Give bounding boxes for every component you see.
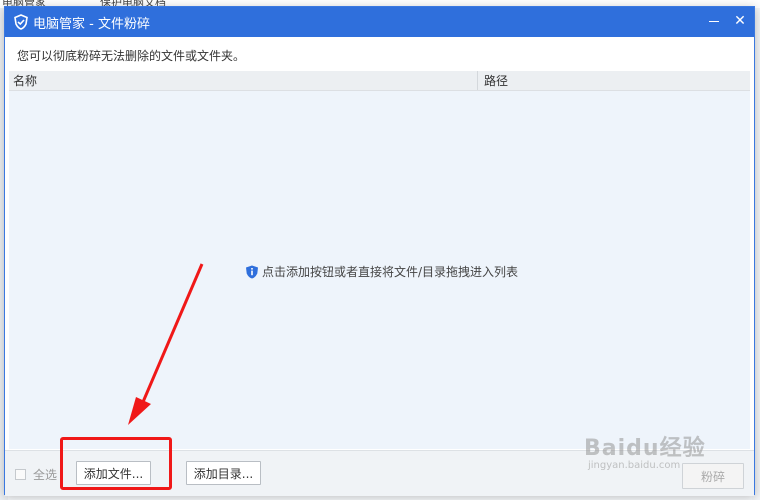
close-button[interactable]: ✕ <box>732 13 748 29</box>
file-shredder-dialog: 电脑管家 - 文件粉碎 ✕ 您可以彻底粉碎无法删除的文件或文件夹。 名称 路径 <box>4 6 755 496</box>
column-header-name[interactable]: 名称 <box>9 71 478 90</box>
empty-list-hint-text: 点击添加按钮或者直接将文件/目录拖拽进入列表 <box>262 265 519 279</box>
baidu-watermark: Baidu经验 jingyan.baidu.com <box>584 430 706 471</box>
column-header-path[interactable]: 路径 <box>478 71 508 90</box>
column-header-name-label: 名称 <box>13 74 38 88</box>
shield-logo-icon <box>13 14 29 30</box>
watermark-main-text: Baidu经验 <box>584 436 706 461</box>
file-list-header: 名称 路径 <box>9 71 750 91</box>
description-text: 您可以彻底粉碎无法删除的文件或文件夹。 <box>17 49 246 63</box>
window-title: 电脑管家 - 文件粉碎 <box>33 16 150 32</box>
window-controls: ✕ <box>706 13 748 29</box>
select-all-checkbox[interactable]: 全选 <box>15 466 57 483</box>
titlebar[interactable]: 电脑管家 - 文件粉碎 ✕ <box>5 7 754 37</box>
info-shield-icon <box>245 265 259 279</box>
select-all-label: 全选 <box>33 468 58 482</box>
minimize-button[interactable] <box>706 13 722 29</box>
close-icon: ✕ <box>734 13 746 29</box>
annotation-highlight-box <box>60 437 172 490</box>
column-header-path-label: 路径 <box>484 74 509 88</box>
add-directory-button[interactable]: 添加目录... <box>186 461 261 485</box>
empty-list-hint: 点击添加按钮或者直接将文件/目录拖拽进入列表 <box>245 263 518 280</box>
minimize-icon <box>709 20 719 22</box>
file-list-drop-area[interactable]: 点击添加按钮或者直接将文件/目录拖拽进入列表 <box>9 91 750 449</box>
checkbox-icon <box>15 469 26 480</box>
